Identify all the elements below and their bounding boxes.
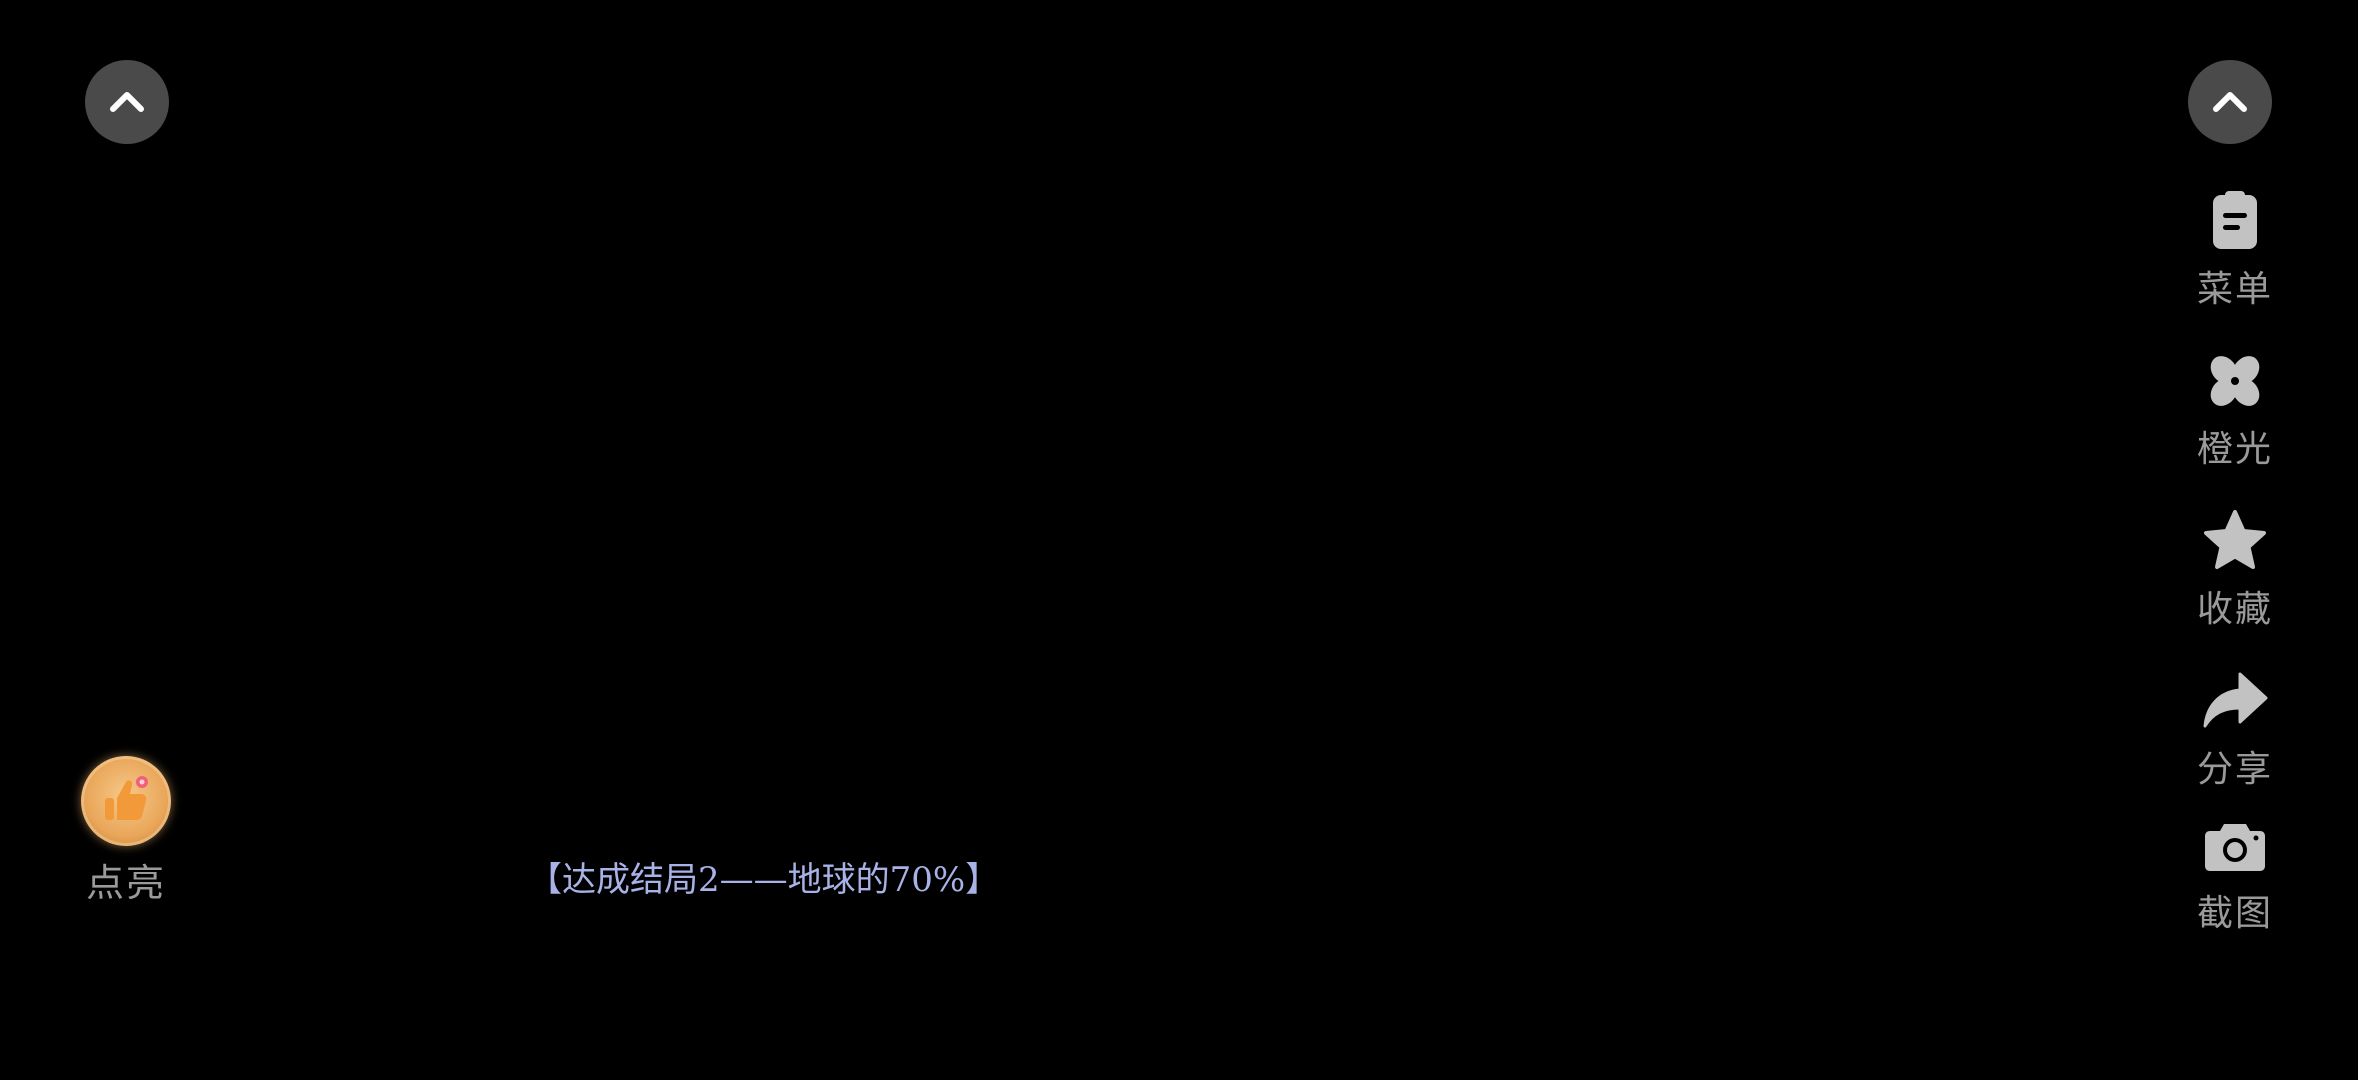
screenshot-label: 截图 <box>2196 893 2273 934</box>
game-screen[interactable]: 点亮 【达成结局2——地球的70%】 菜单 橙光 收藏 分享 截图 <box>0 0 2358 1080</box>
chevron-up-icon <box>2213 92 2247 112</box>
chevron-up-icon <box>110 92 144 112</box>
favorite-button[interactable]: 收藏 <box>2197 506 2273 666</box>
share-icon <box>2200 666 2270 736</box>
camera-icon <box>2200 810 2270 880</box>
light-up-badge <box>81 756 171 846</box>
clover-icon <box>2200 346 2270 416</box>
screenshot-button[interactable]: 截图 <box>2197 810 2273 970</box>
star-icon <box>2200 506 2270 576</box>
dialog-text: 【达成结局2——地球的70%】 <box>528 860 1000 900</box>
menu-label: 菜单 <box>2196 269 2273 310</box>
thumbs-up-icon <box>105 776 148 820</box>
light-up-button[interactable]: 点亮 <box>76 756 176 907</box>
menu-icon <box>2200 186 2270 256</box>
light-up-label: 点亮 <box>85 861 166 905</box>
share-label: 分享 <box>2196 749 2273 790</box>
orange-light-button[interactable]: 橙光 <box>2197 346 2273 506</box>
collapse-right-button[interactable] <box>2188 60 2272 144</box>
share-button[interactable]: 分享 <box>2197 666 2273 810</box>
collapse-left-button[interactable] <box>85 60 169 144</box>
menu-button[interactable]: 菜单 <box>2197 186 2273 346</box>
favorite-label: 收藏 <box>2196 589 2273 630</box>
orange-light-label: 橙光 <box>2196 429 2273 470</box>
side-menu: 菜单 橙光 收藏 分享 截图 <box>2175 186 2295 970</box>
